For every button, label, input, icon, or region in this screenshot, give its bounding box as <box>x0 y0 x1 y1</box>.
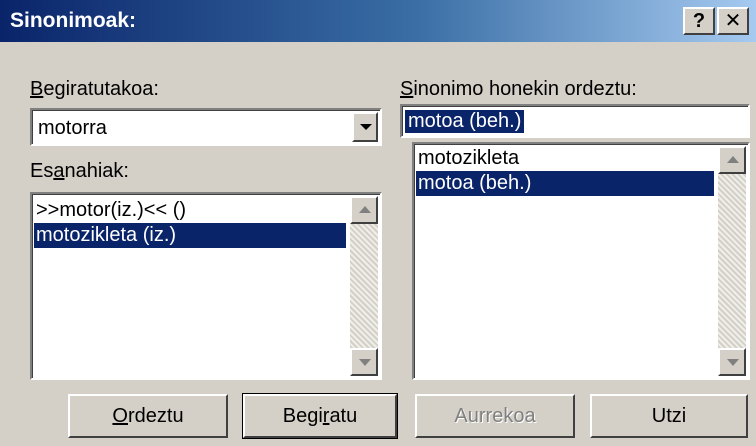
scroll-down-button[interactable] <box>718 348 746 376</box>
synonyms-scrollbar[interactable] <box>718 146 746 376</box>
close-button[interactable]: ✕ <box>717 7 749 35</box>
chevron-down-icon <box>360 124 372 130</box>
chevron-up-icon <box>359 206 371 213</box>
title-bar[interactable]: Sinonimoak: ? ✕ <box>0 0 756 42</box>
looked-up-label: Begiratutakoa: <box>30 78 159 100</box>
window-title: Sinonimoak: <box>10 9 137 32</box>
replace-with-label: Sinonimo honekin ordeztu: <box>400 78 637 100</box>
replace-with-value: motoa (beh.) <box>405 110 525 133</box>
lookup-button[interactable]: Begiratu <box>242 393 398 439</box>
replace-with-input[interactable]: motoa (beh.) <box>400 104 750 138</box>
looked-up-combo[interactable]: motorra <box>30 108 382 146</box>
list-item[interactable]: motoa (beh.) <box>416 171 714 196</box>
close-icon: ✕ <box>724 10 742 32</box>
cancel-button[interactable]: Utzi <box>590 394 748 438</box>
chevron-down-icon <box>359 359 371 366</box>
meanings-label: Esanahiak: <box>30 160 129 182</box>
help-icon: ? <box>692 10 706 32</box>
meanings-scrollbar[interactable] <box>350 196 378 376</box>
synonyms-list[interactable]: motozikleta motoa (beh.) <box>412 142 750 380</box>
dropdown-button[interactable] <box>352 112 378 142</box>
chevron-down-icon <box>727 359 739 366</box>
list-item[interactable]: >>motor(iz.)<< () <box>34 198 348 223</box>
scroll-up-button[interactable] <box>350 196 378 224</box>
chevron-up-icon <box>727 156 739 163</box>
looked-up-value: motorra <box>38 117 107 139</box>
previous-button[interactable]: Aurrekoa <box>415 394 575 438</box>
help-button[interactable]: ? <box>683 7 715 35</box>
scroll-up-button[interactable] <box>718 146 746 174</box>
list-item[interactable]: motozikleta (iz.) <box>34 223 346 248</box>
scroll-down-button[interactable] <box>350 348 378 376</box>
replace-button[interactable]: Ordeztu <box>68 394 228 438</box>
list-item[interactable]: motozikleta <box>416 146 714 171</box>
meanings-list[interactable]: >>motor(iz.)<< () motozikleta (iz.) <box>30 192 382 380</box>
